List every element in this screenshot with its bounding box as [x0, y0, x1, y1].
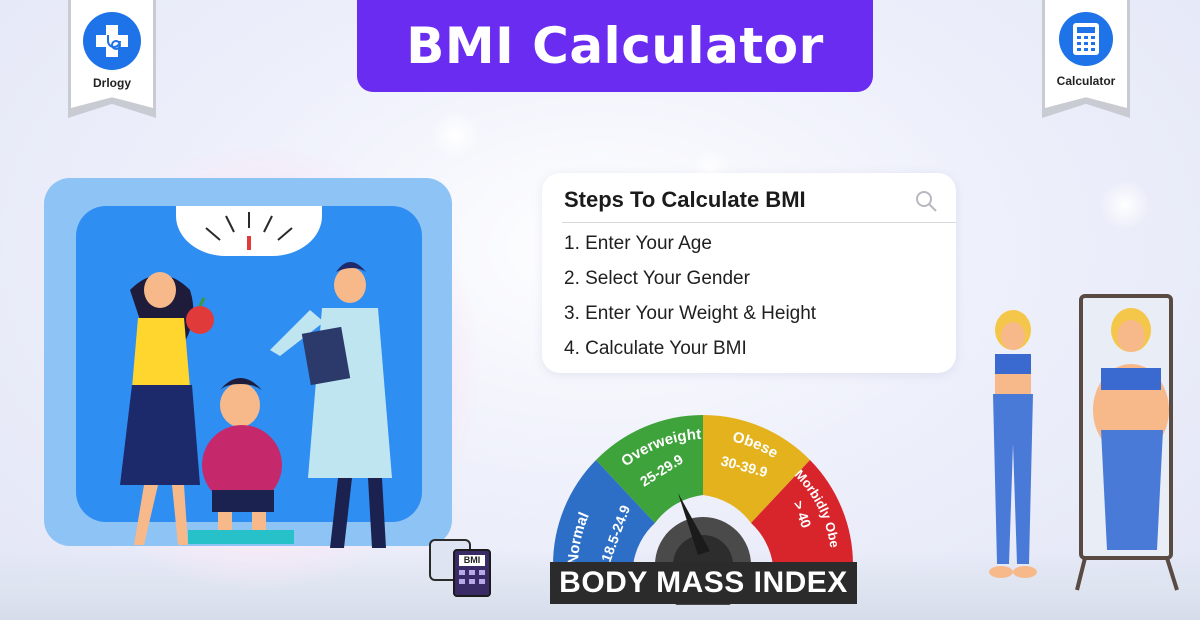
list-item: 1. Enter Your Age [564, 233, 712, 254]
bmi-icon-label: BMI [463, 555, 481, 565]
sparkle [1100, 180, 1150, 230]
bmi-scale-icon [429, 539, 491, 597]
calculator-icon [1059, 12, 1113, 66]
drlogy-label: Drlogy [92, 76, 131, 90]
list-item: 4. Calculate Your BMI [564, 338, 747, 359]
calculator-label: Calculator [1056, 74, 1116, 88]
steps-divider [562, 222, 956, 223]
scale-dial [176, 206, 322, 256]
steps-list: 1. Enter Your Age 2. Select Your Gender … [564, 231, 816, 371]
list-item: 3. Enter Your Weight & Height [564, 303, 817, 324]
list-item: 2. Select Your Gender [564, 268, 750, 289]
stethoscope-plus-icon [83, 12, 141, 70]
calculator-badge[interactable]: Calculator [1042, 0, 1130, 118]
page-title: BMI Calculator [357, 0, 873, 92]
bmi-banner: BODY MASS INDEX [550, 562, 857, 604]
search-icon[interactable] [914, 189, 938, 213]
sparkle [430, 110, 480, 160]
steps-title: Steps To Calculate BMI [564, 187, 806, 212]
people-illustration [120, 262, 392, 548]
drlogy-badge[interactable]: Drlogy [68, 0, 156, 118]
mirror-illustration [989, 294, 1179, 591]
steps-card: Steps To Calculate BMI 1. Enter Your Age… [542, 173, 956, 373]
